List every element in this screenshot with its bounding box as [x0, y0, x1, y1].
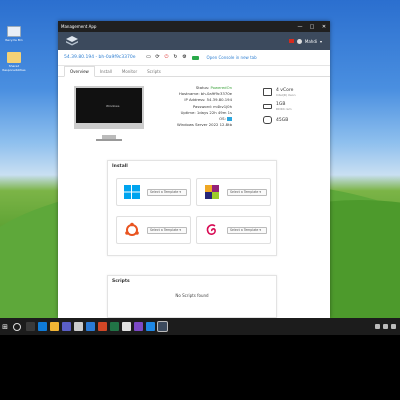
management-app-window: Management App — □ ✕ Mahdi ▾ 54.39.80.19… [58, 21, 330, 318]
os-card-ubuntu[interactable]: Select a Template ▾ [116, 216, 191, 244]
status-label: Status: [195, 85, 210, 90]
tab-scripts[interactable]: Scripts [142, 67, 166, 76]
ram-icon [263, 103, 272, 109]
status-value: PoweredOn [210, 85, 232, 90]
monitor-os-logo: Windows [106, 104, 120, 108]
settings-icon[interactable]: ⚙ [182, 55, 188, 60]
word-icon[interactable] [85, 322, 95, 331]
cpu-icon [263, 88, 272, 96]
store-icon[interactable] [73, 322, 83, 331]
power-icon[interactable]: ⏻ [164, 55, 170, 60]
template-select-ubuntu[interactable]: Select a Template ▾ [147, 226, 187, 234]
tab-overview[interactable]: Overview [64, 66, 95, 77]
console-icon[interactable]: ▭ [146, 55, 152, 60]
desktop-icon-label: Shared Responsibilities [2, 64, 26, 72]
desktop-wallpaper: Recycle Bin Shared Responsibilities Mana… [0, 0, 400, 318]
refresh-icon[interactable]: ⟳ [155, 55, 161, 60]
visual-studio-icon[interactable] [133, 322, 143, 331]
language-flag-icon[interactable] [288, 39, 294, 43]
spec-main: 45GB [276, 117, 289, 123]
taskbar: ⊞ [0, 318, 400, 335]
spec-cpu: 4 vCore Intel(R) Xeon [263, 86, 296, 98]
os-label: OS: [219, 116, 226, 122]
minimize-button[interactable]: — [294, 24, 306, 30]
template-select-windows[interactable]: Select a Template ▾ [147, 188, 187, 196]
maximize-button[interactable]: □ [306, 24, 318, 30]
spec-main: 1GB [276, 101, 286, 107]
shared-folder-icon [7, 52, 21, 63]
template-select-debian[interactable]: Select a Template ▾ [227, 226, 267, 234]
debian-logo-icon [206, 224, 216, 235]
teams-icon[interactable] [61, 322, 71, 331]
os-card-debian[interactable]: Select a Template ▾ [196, 216, 271, 244]
management-app-taskbar-icon[interactable] [156, 321, 168, 332]
spec-list: 4 vCore Intel(R) Xeon 1GB DDR4 ram 45GB [263, 86, 296, 128]
spec-disk: 45GB [263, 114, 296, 126]
volume-icon[interactable] [383, 324, 388, 329]
centos-logo-icon [205, 185, 219, 199]
windows-os-icon [227, 117, 232, 122]
reload-icon[interactable]: ↻ [173, 55, 179, 60]
app-header: Mahdi ▾ [58, 32, 330, 50]
scripts-panel: Scripts No Scripts found [107, 275, 277, 318]
spec-sub: Intel(R) Xeon [276, 92, 296, 97]
console-badge-icon [191, 55, 199, 60]
tab-monitor[interactable]: Monitor [117, 67, 142, 76]
os-name: Windows Server 2022 12.8tb [176, 122, 232, 128]
instance-bar: 54.39.80.194 - bh-0a9f9c3370e ▭ ⟳ ⏻ ↻ ⚙ … [58, 50, 330, 66]
desktop-icon-recycle-bin[interactable]: Recycle Bin [0, 26, 28, 42]
overview-panel: Windows Status: PoweredOn Hostname: bh-0… [58, 77, 330, 147]
desktop-icon-shared[interactable]: Shared Responsibilities [0, 52, 28, 72]
vscode-icon[interactable] [145, 322, 155, 331]
start-button[interactable]: ⊞ [0, 318, 10, 335]
ip-address: IP Address: 54.39.80.194 [184, 97, 232, 103]
disk-icon [263, 116, 272, 124]
os-card-centos[interactable]: Select a Template ▾ [196, 178, 271, 206]
user-menu[interactable]: Mahdi [305, 39, 317, 44]
desktop-icon-label: Recycle Bin [5, 38, 23, 42]
window-title: Management App [61, 24, 97, 29]
app-logo-icon [66, 36, 78, 46]
os-card-windows[interactable]: Select a Template ▾ [116, 178, 191, 206]
spec-sub: DDR4 ram [276, 106, 292, 111]
scripts-title: Scripts [112, 279, 130, 284]
spec-main: 4 vCore [276, 87, 294, 93]
excel-icon[interactable] [109, 322, 119, 331]
network-icon[interactable] [375, 324, 380, 329]
tab-install[interactable]: Install [95, 67, 117, 76]
task-view-icon[interactable] [25, 322, 35, 331]
open-console-link[interactable]: Open Console in new tab [207, 55, 257, 60]
monitor-image: Windows [74, 86, 144, 129]
file-explorer-icon[interactable] [49, 322, 59, 331]
install-panel: Install Select a Template ▾ Select a Tem… [107, 160, 277, 256]
monitor-stand-base [96, 139, 122, 141]
windows-logo-icon [124, 185, 140, 199]
powerpoint-icon[interactable] [97, 322, 107, 331]
recycle-bin-icon [7, 26, 21, 37]
close-button[interactable]: ✕ [318, 24, 330, 30]
template-select-centos[interactable]: Select a Template ▾ [227, 188, 267, 196]
ubuntu-logo-icon [125, 222, 139, 236]
instance-info: Status: PoweredOn Hostname: bh-0a9f9c337… [177, 85, 232, 128]
window-titlebar: Management App — □ ✕ [58, 21, 330, 32]
instance-name: 54.39.80.194 - bh-0a9f9c3370e [64, 55, 136, 60]
user-avatar-icon [296, 38, 302, 44]
edge-icon[interactable] [37, 322, 47, 331]
search-icon[interactable] [13, 322, 21, 331]
tab-bar: Overview Install Monitor Scripts [58, 66, 330, 77]
spec-ram: 1GB DDR4 ram [263, 100, 296, 112]
install-title: Install [112, 164, 128, 169]
terminal-icon[interactable] [121, 322, 131, 331]
notification-icon[interactable] [391, 324, 396, 329]
scripts-empty-message: No Scripts found [175, 293, 209, 298]
chevron-down-icon[interactable]: ▾ [320, 39, 322, 44]
